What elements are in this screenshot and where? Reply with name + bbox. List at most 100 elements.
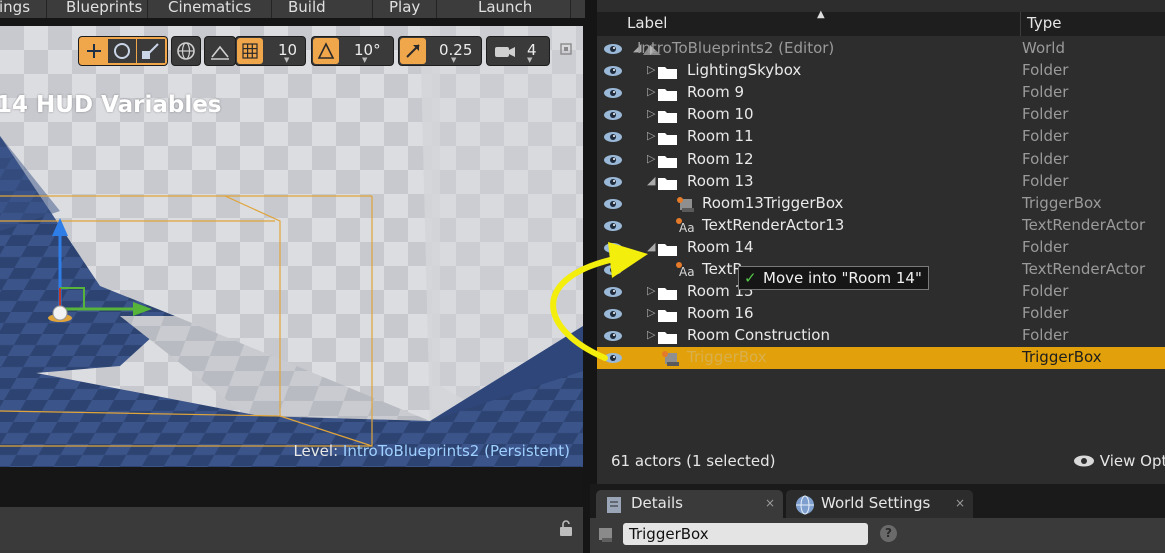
expand-arrow-icon[interactable]: ▷ <box>647 284 655 297</box>
outliner-row[interactable]: ▷ Room 11 Folder <box>597 126 1165 148</box>
close-icon[interactable]: × <box>955 496 965 510</box>
toolbar-build-button[interactable]: Build <box>288 0 326 17</box>
maximize-viewport-icon[interactable] <box>559 42 573 56</box>
world-local-toggle[interactable] <box>171 36 201 66</box>
visibility-eye-icon[interactable] <box>604 219 624 233</box>
outliner-row[interactable]: TriggerBox TriggerBox <box>597 347 1165 370</box>
expand-arrow-icon[interactable]: ▷ <box>647 107 655 120</box>
text-render-icon: Aa <box>676 217 695 235</box>
level-viewport[interactable]: 14 HUD Variables 10 ▼ 10° ▼ 0.25 ▼ 4 ▼ L… <box>0 26 583 467</box>
main-toolbar: ings Blueprints Cinematics Build Play La… <box>0 0 585 18</box>
visibility-eye-icon[interactable] <box>604 42 624 56</box>
outliner-row[interactable]: ▷ Room 10 Folder <box>597 104 1165 126</box>
actor-icon <box>599 528 612 542</box>
visibility-eye-icon[interactable] <box>604 241 624 255</box>
outliner-row[interactable]: ▷ Room Construction Folder <box>597 325 1165 347</box>
type-column-header[interactable]: Type <box>1027 14 1061 32</box>
outliner-row[interactable]: ▷ Room 9 Folder <box>597 82 1165 104</box>
actor-name-field[interactable]: TriggerBox <box>623 523 868 545</box>
tab-world-settings[interactable]: World Settings × <box>786 490 973 518</box>
expand-arrow-icon[interactable]: ▷ <box>647 85 655 98</box>
label-column-header[interactable]: Label <box>627 14 667 32</box>
close-icon[interactable]: × <box>765 496 775 510</box>
transform-tools-icons <box>81 39 165 63</box>
outliner-row[interactable]: ▷ Room 12 Folder <box>597 149 1165 171</box>
visibility-eye-icon[interactable] <box>604 64 624 78</box>
outliner-row[interactable]: ▷ LightingSkybox Folder <box>597 60 1165 82</box>
folder-icon <box>658 111 677 124</box>
outliner-row-type: Folder <box>1022 282 1069 301</box>
outliner-footer: 61 actors (1 selected) View Options <box>597 445 1165 479</box>
scale-snap-icon <box>400 38 426 64</box>
toolbar-settings-button[interactable]: ings <box>0 0 30 17</box>
expand-arrow-icon[interactable]: ▷ <box>647 63 655 76</box>
outliner-row-type: World <box>1022 39 1065 57</box>
lock-icon[interactable] <box>557 519 575 537</box>
help-icon[interactable]: ? <box>880 525 897 542</box>
visibility-eye-icon[interactable] <box>604 351 624 365</box>
toolbar-divider <box>570 0 571 18</box>
camera-speed-group[interactable]: 4 ▼ <box>486 36 550 66</box>
outliner-row[interactable]: ▷ Room 16 Folder <box>597 303 1165 325</box>
surface-snapping-button[interactable] <box>204 36 236 66</box>
outliner-row-label: Room 11 <box>687 127 754 146</box>
actor-count: 61 actors (1 selected) <box>611 452 776 470</box>
outliner-row-label: Room Construction <box>687 326 830 345</box>
scale-snap-group[interactable]: 0.25 ▼ <box>398 36 482 66</box>
folder-icon <box>658 243 677 256</box>
visibility-eye-icon[interactable] <box>604 130 624 144</box>
expand-arrow-icon[interactable]: ▷ <box>647 152 655 165</box>
toolbar-launch-button[interactable]: Launch <box>478 0 532 17</box>
expand-arrow-icon[interactable]: ▷ <box>647 129 655 142</box>
visibility-eye-icon[interactable] <box>604 153 624 167</box>
outliner-row-type: Folder <box>1022 326 1069 345</box>
folder-icon <box>658 177 677 190</box>
tab-details[interactable]: Details × <box>596 490 783 518</box>
rotation-snap-group[interactable]: 10° ▼ <box>311 36 394 66</box>
column-divider[interactable] <box>1020 12 1021 36</box>
visibility-eye-icon[interactable] <box>604 285 624 299</box>
view-options-button[interactable]: View Options <box>1073 452 1165 470</box>
outliner-row[interactable]: Room13TriggerBox TriggerBox <box>597 193 1165 215</box>
toolbar-blueprints-button[interactable]: Blueprints <box>66 0 142 17</box>
chevron-down-icon: ▼ <box>451 56 457 64</box>
drag-drop-tooltip: ✓ Move into "Room 14" <box>738 266 929 290</box>
trigger-box-icon <box>677 196 694 212</box>
outliner-row[interactable]: ◢ Room 14 Folder <box>597 237 1165 259</box>
visibility-eye-icon[interactable] <box>604 263 624 277</box>
expand-arrow-icon[interactable]: ▷ <box>647 306 655 319</box>
visibility-eye-icon[interactable] <box>604 307 624 321</box>
visibility-eye-icon[interactable] <box>604 108 624 122</box>
outliner-row-type: Folder <box>1022 61 1069 80</box>
level-prefix: Level: <box>293 442 339 460</box>
outliner-row-type: Folder <box>1022 83 1069 102</box>
outliner-row-type: Folder <box>1022 237 1069 256</box>
folder-icon <box>658 288 677 301</box>
toolbar-cinematics-button[interactable]: Cinematics <box>168 0 251 17</box>
outliner-row[interactable]: ◢ Room 13 Folder <box>597 171 1165 193</box>
outliner-row[interactable]: ◢ IntroToBlueprints2 (Editor) World <box>597 38 1165 60</box>
folder-icon <box>658 310 677 323</box>
folder-icon <box>658 133 677 146</box>
expand-arrow-icon[interactable]: ▷ <box>647 328 655 341</box>
visibility-eye-icon[interactable] <box>604 86 624 100</box>
viewport-bottom-spacer <box>0 467 583 507</box>
sort-ascending-icon[interactable]: ▲ <box>817 9 825 20</box>
toolbar-divider <box>147 0 148 18</box>
outliner-row-type: Folder <box>1022 171 1069 190</box>
folder-icon <box>658 67 677 80</box>
outliner-header: ▲ Label Type <box>597 9 1165 36</box>
world-outliner: ▲ Label Type ◢ IntroToBlueprints2 (Editor… <box>597 0 1165 484</box>
grid-snap-group[interactable]: 10 ▼ <box>235 36 306 66</box>
outliner-row[interactable]: Aa TextRenderActor13 TextRenderActor <box>597 215 1165 237</box>
level-indicator: Level: IntroToBlueprints2 (Persistent) <box>293 442 570 460</box>
outliner-row-label: Room 10 <box>687 105 754 124</box>
outliner-row-label: Room 14 <box>687 237 754 256</box>
visibility-eye-icon[interactable] <box>604 197 624 211</box>
collapse-arrow-icon[interactable]: ◢ <box>647 174 655 187</box>
toolbar-play-button[interactable]: Play <box>389 0 420 17</box>
collapse-arrow-icon[interactable]: ◢ <box>647 240 655 253</box>
outliner-row-label: LightingSkybox <box>687 61 802 80</box>
visibility-eye-icon[interactable] <box>604 329 624 343</box>
visibility-eye-icon[interactable] <box>604 175 624 189</box>
